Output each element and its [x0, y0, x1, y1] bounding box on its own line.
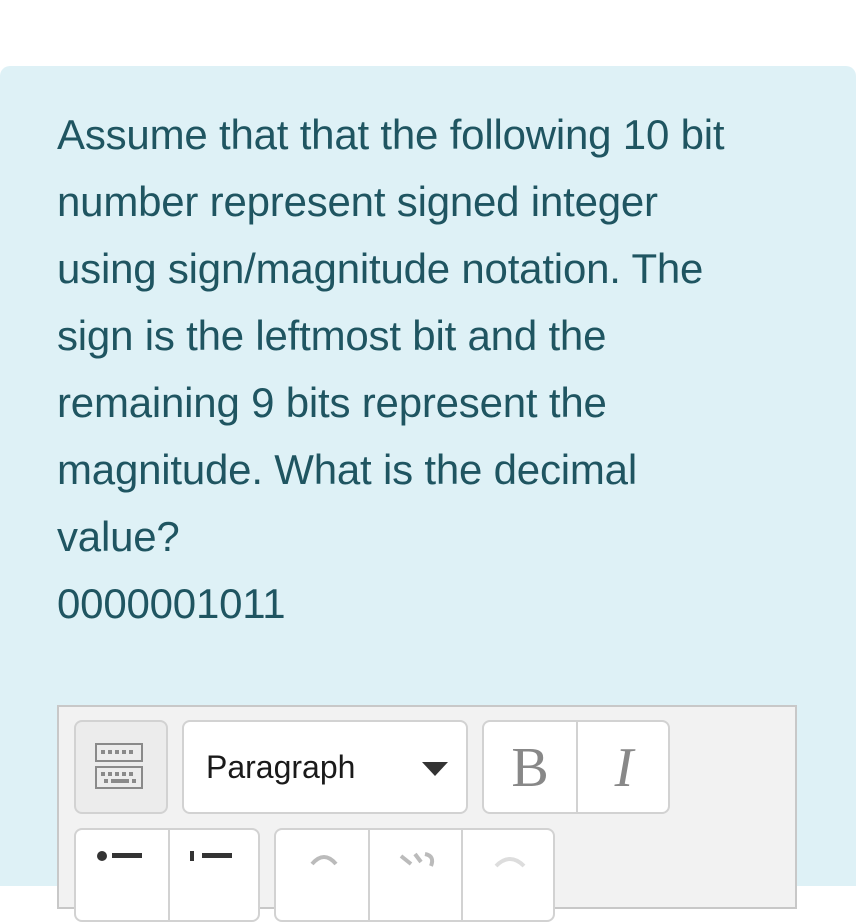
toolbar-toggle-button[interactable] [74, 720, 168, 814]
divider [368, 830, 370, 920]
chevron-down-icon [422, 762, 448, 776]
bullet-list-icon[interactable] [96, 850, 148, 902]
format-select-value: Paragraph [206, 749, 356, 785]
question-line: Assume that that the following 10 bit [57, 111, 725, 158]
divider [461, 830, 463, 920]
divider [168, 830, 170, 920]
image-icon[interactable] [484, 848, 536, 900]
keyboard-toggle-icon [95, 743, 143, 789]
link-button-group [274, 828, 555, 922]
question-text: Assume that that the following 10 bit nu… [57, 101, 817, 637]
question-line: remaining 9 bits represent the [57, 379, 607, 426]
bold-button[interactable]: B [484, 736, 576, 800]
question-line: using sign/magnitude notation. The [57, 245, 704, 292]
question-line: sign is the leftmost bit and the [57, 312, 607, 359]
question-line: magnitude. What is the decimal [57, 446, 637, 493]
link-icon[interactable] [298, 848, 350, 900]
italic-button[interactable]: I [578, 736, 670, 800]
binary-value: 0000001011 [57, 580, 286, 627]
question-line: number represent signed integer [57, 178, 658, 225]
bold-italic-group: B I [482, 720, 670, 814]
list-button-group [74, 828, 260, 922]
numbered-list-icon[interactable] [188, 850, 240, 902]
text-editor: Paragraph B I [57, 705, 797, 922]
question-line: value? [57, 513, 180, 560]
paragraph-format-select[interactable]: Paragraph [182, 720, 468, 814]
unlink-icon[interactable] [391, 848, 443, 900]
